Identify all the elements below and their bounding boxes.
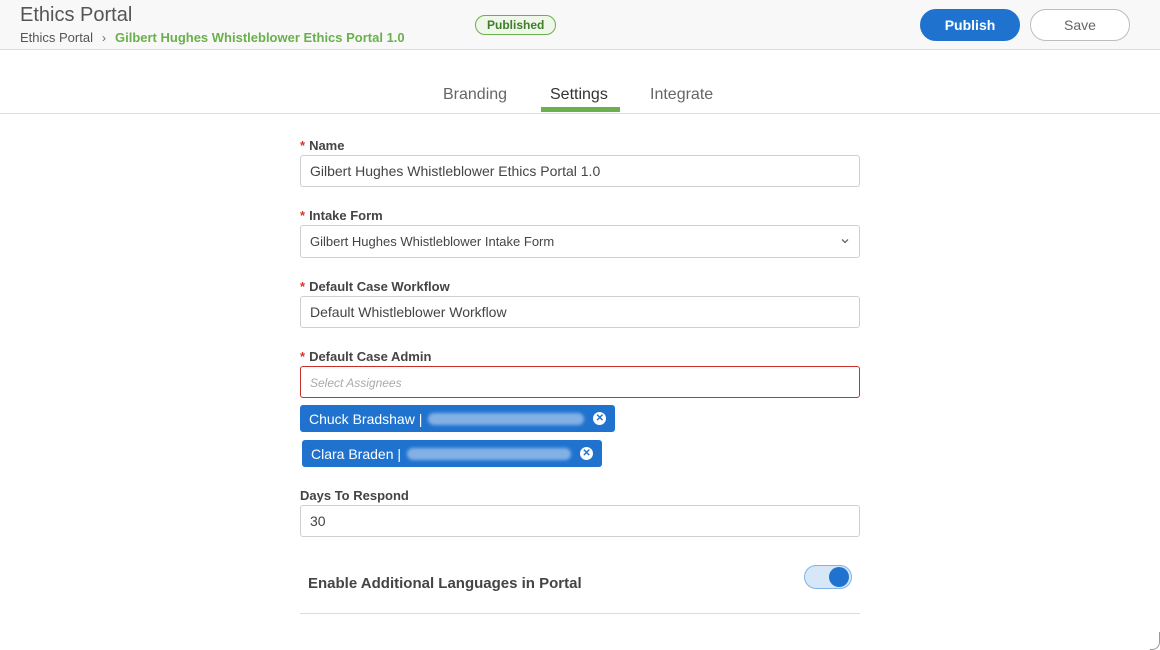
breadcrumb-root[interactable]: Ethics Portal — [20, 30, 93, 45]
intake-form-select[interactable]: Gilbert Hughes Whistleblower Intake Form — [300, 225, 860, 258]
status-badge: Published — [475, 15, 557, 35]
active-tab-indicator — [541, 107, 620, 112]
required-marker: * — [300, 279, 306, 294]
toggle-knob — [829, 567, 849, 587]
case-admin-label: * Default Case Admin — [300, 349, 432, 364]
name-label: * Name — [300, 138, 345, 153]
languages-toggle[interactable] — [804, 565, 852, 589]
days-label: Days To Respond — [300, 488, 409, 503]
days-input[interactable] — [300, 505, 860, 537]
assignee-chip: Chuck Bradshaw | ✕ — [300, 405, 616, 432]
assignee-name: Clara Braden | — [311, 445, 402, 462]
window-corner — [1150, 632, 1160, 650]
remove-icon[interactable]: ✕ — [593, 412, 607, 425]
chevron-right-icon: › — [101, 30, 106, 45]
assignee-email-redacted — [407, 447, 572, 460]
languages-row: Enable Additional Languages in Portal — [300, 563, 860, 614]
workflow-input[interactable] — [300, 296, 860, 328]
tab-settings[interactable]: Settings — [550, 86, 608, 104]
breadcrumb-current: Gilbert Hughes Whistleblower Ethics Port… — [114, 30, 405, 45]
assignee-email-redacted — [428, 412, 585, 425]
chevron-down-icon — [841, 239, 849, 244]
app-title: Ethics Portal — [20, 4, 133, 26]
assignee-name: Chuck Bradshaw | — [309, 410, 423, 427]
required-marker: * — [300, 349, 306, 364]
required-marker: * — [300, 138, 306, 153]
workflow-label: * Default Case Workflow — [300, 279, 450, 294]
intake-form-value: Gilbert Hughes Whistleblower Intake Form — [310, 234, 555, 249]
publish-button[interactable]: Publish — [920, 9, 1020, 41]
languages-label: Enable Additional Languages in Portal — [308, 575, 582, 592]
tab-branding[interactable]: Branding — [443, 86, 507, 104]
save-button[interactable]: Save — [1030, 9, 1130, 41]
intake-form-label: * Intake Form — [300, 208, 383, 223]
name-input[interactable] — [300, 155, 860, 187]
page-header: Ethics Portal Ethics Portal › Gilbert Hu… — [0, 0, 1160, 50]
assignee-search-input[interactable] — [300, 366, 860, 398]
assignee-chip: Clara Braden | ✕ — [302, 440, 603, 467]
breadcrumb: Ethics Portal › Gilbert Hughes Whistlebl… — [20, 30, 405, 45]
tab-bar: Branding Settings Integrate — [0, 50, 1160, 114]
required-marker: * — [300, 208, 306, 223]
remove-icon[interactable]: ✕ — [580, 447, 594, 460]
tab-integrate[interactable]: Integrate — [650, 86, 713, 104]
